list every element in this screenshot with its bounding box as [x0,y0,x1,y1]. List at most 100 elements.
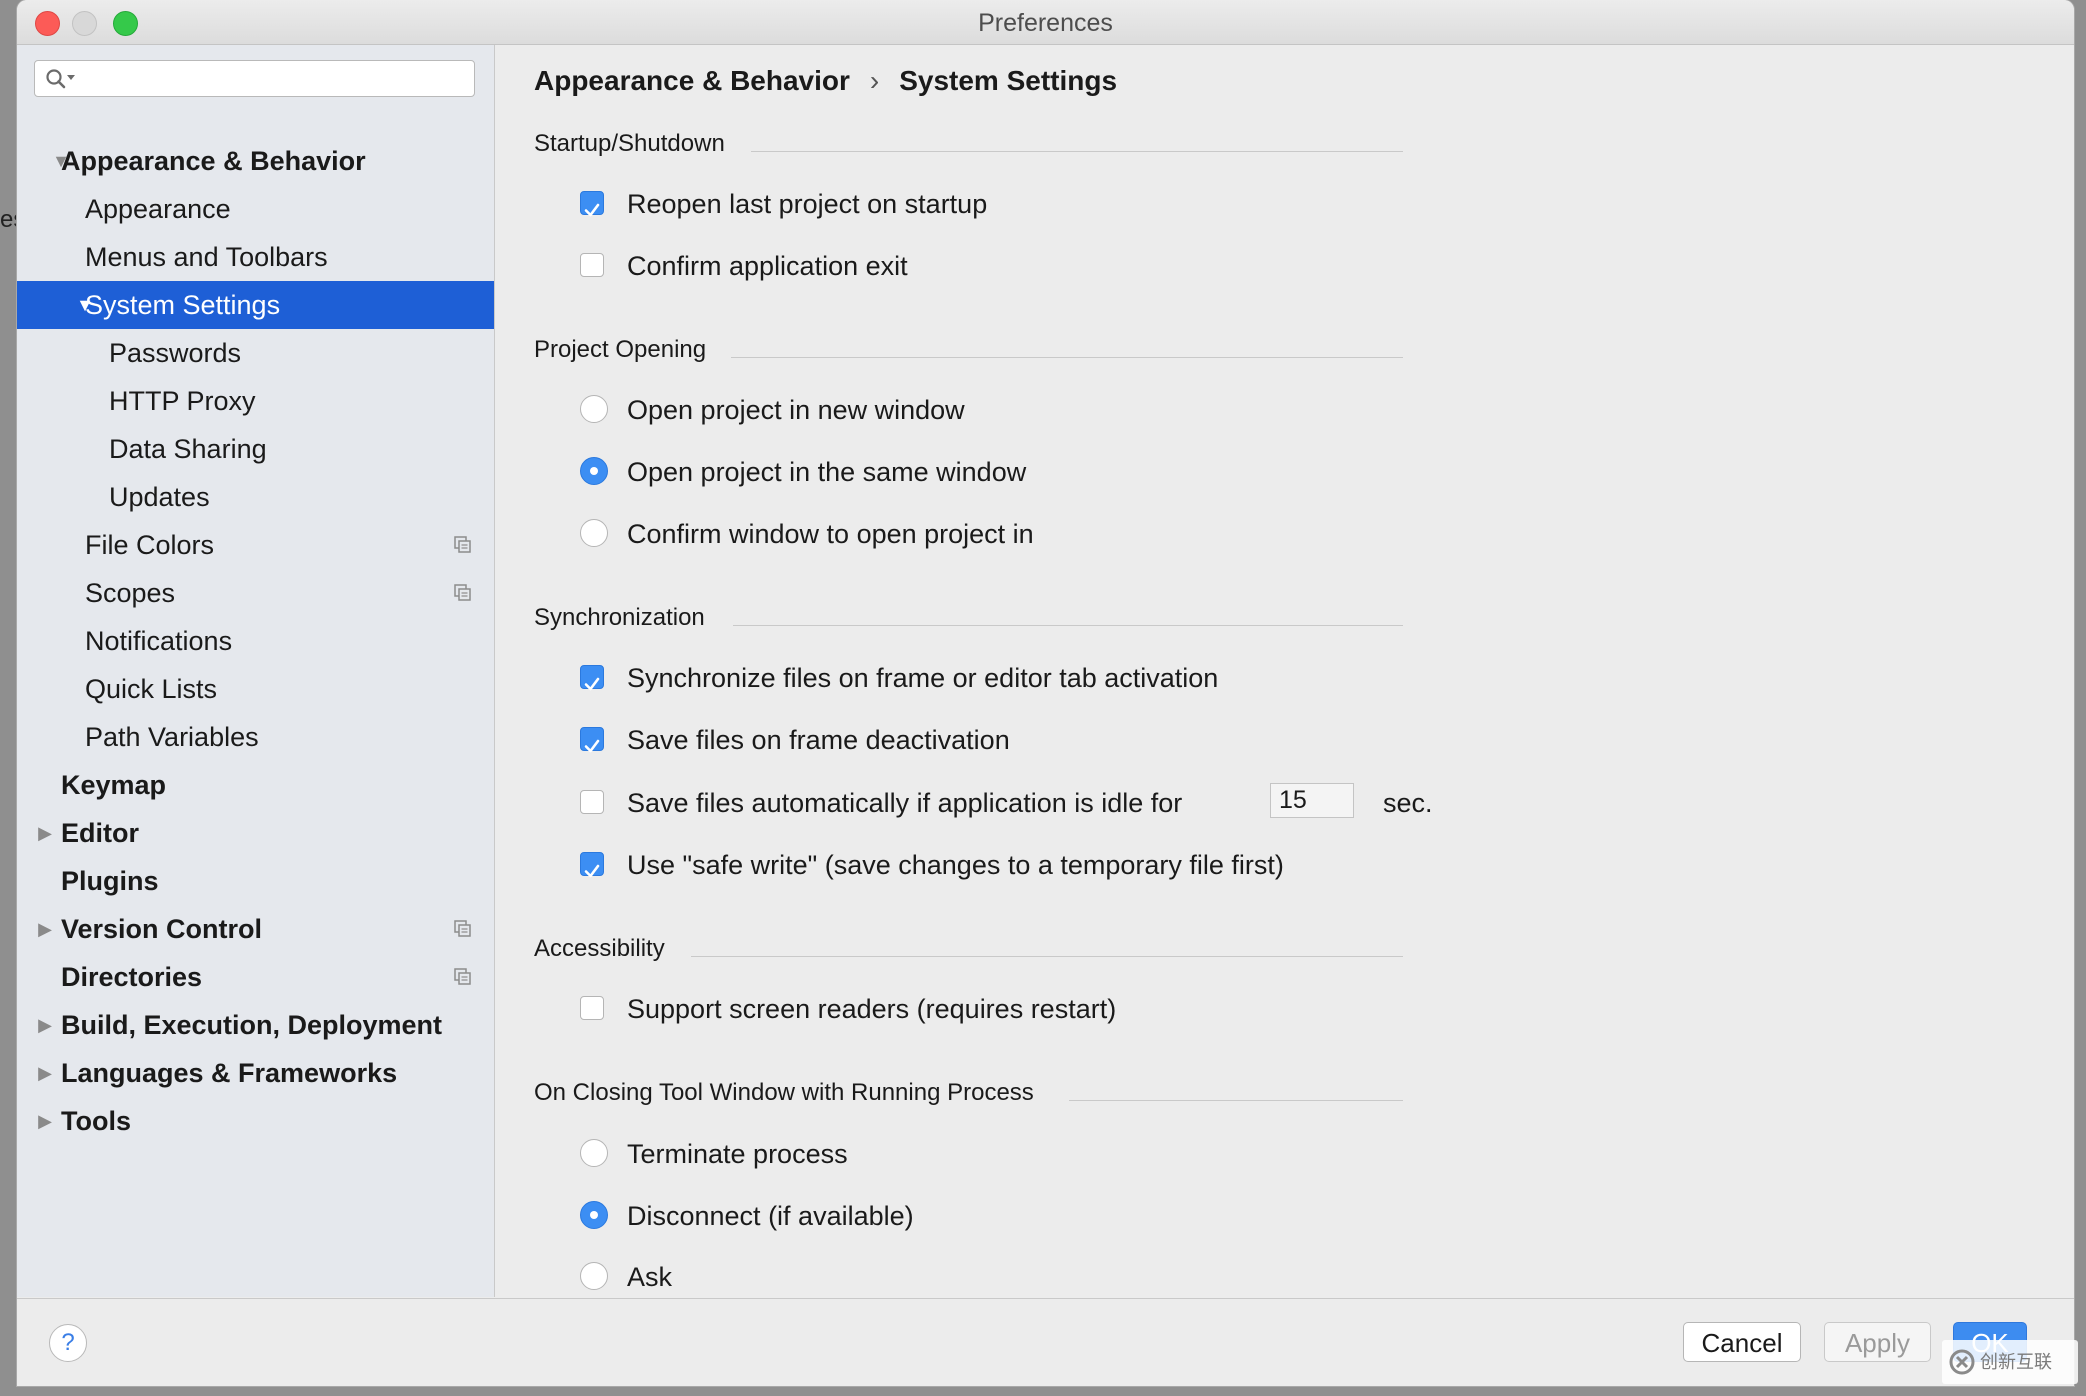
cancel-button[interactable]: Cancel [1683,1322,1801,1362]
option-label: Disconnect (if available) [627,1201,914,1231]
breadcrumb-parent[interactable]: Appearance & Behavior [534,65,850,96]
collapsed-arrow-icon[interactable]: ▶ [35,809,55,857]
section-title-project-opening: Project Opening [534,336,707,363]
search-icon [46,69,75,89]
option-label: Open project in new window [627,395,965,425]
dialog-footer: ? Cancel Apply OK [17,1298,2074,1386]
tree-item-languages-frameworks[interactable]: ▶ Languages & Frameworks [17,1049,494,1097]
option-label: Synchronize files on frame or editor tab… [627,663,1219,693]
copy-icon [454,584,471,601]
section-divider [691,956,1403,957]
confirm-exit-checkbox[interactable] [580,253,604,277]
section-title-closing-tool-window: On Closing Tool Window with Running Proc… [534,1079,1034,1106]
tree-item-label: Languages & Frameworks [61,1058,398,1088]
option-label: Use "safe write" (save changes to a temp… [627,850,1284,880]
title-bar[interactable]: Preferences [17,0,2074,45]
watermark-logo-icon [1949,1349,1975,1375]
tree-item-notifications[interactable]: Notifications [17,617,494,665]
sync-on-activation-checkbox[interactable] [580,665,604,691]
watermark-logo: 创新互联 [1942,1340,2078,1384]
tree-item-quick-lists[interactable]: Quick Lists [17,665,494,713]
section-title-accessibility: Accessibility [534,935,665,962]
option-label: Save files on frame deactivation [627,725,1010,755]
section-title-synchronization: Synchronization [534,604,705,631]
option-label: Support screen readers (requires restart… [627,994,1117,1024]
option-label: Confirm application exit [627,251,908,281]
copy-icon [454,968,471,985]
tree-item-passwords[interactable]: Passwords [17,329,494,377]
copy-icon [454,920,471,937]
tree-item-label: Menus and Toolbars [85,242,328,272]
breadcrumb-current: System Settings [899,65,1118,96]
tree-item-tools[interactable]: ▶ Tools [17,1097,494,1145]
tree-item-label: Plugins [61,866,159,896]
confirm-window-radio[interactable] [580,519,608,547]
help-button[interactable]: ? [49,1324,87,1362]
checkmark-icon [584,739,600,753]
tree-item-label: Version Control [61,914,263,944]
tree-item-menus-toolbars[interactable]: Menus and Toolbars [17,233,494,281]
collapsed-arrow-icon[interactable]: ▶ [35,1049,55,1097]
screen-readers-checkbox[interactable] [580,996,604,1020]
option-label: Terminate process [627,1139,848,1169]
tree-item-directories[interactable]: Directories [17,953,494,1001]
checkmark-icon [584,677,600,691]
settings-content-panel: Appearance & Behavior › System Settings St… [495,45,2074,1297]
copy-icon [454,536,471,553]
tree-item-plugins[interactable]: Plugins [17,857,494,905]
reopen-last-project-checkbox[interactable] [580,191,604,217]
tree-item-label: Build, Execution, Deployment [61,1010,443,1040]
tree-item-data-sharing[interactable]: Data Sharing [17,425,494,473]
tree-item-label: Scopes [85,578,176,608]
tree-item-scopes[interactable]: Scopes [17,569,494,617]
settings-search-box[interactable] [34,60,475,97]
tree-item-version-control[interactable]: ▶ Version Control [17,905,494,953]
tree-item-editor[interactable]: ▶ Editor [17,809,494,857]
idle-seconds-input[interactable] [1270,783,1354,818]
collapsed-arrow-icon[interactable]: ▶ [35,1001,55,1049]
tree-item-label: Data Sharing [109,434,267,464]
save-on-deactivation-checkbox[interactable] [580,727,604,753]
safe-write-checkbox[interactable] [580,852,604,878]
terminate-process-radio[interactable] [580,1139,608,1167]
tree-item-file-colors[interactable]: File Colors [17,521,494,569]
tree-item-label: Notifications [85,626,233,656]
open-same-window-radio[interactable] [580,457,608,485]
section-divider [1069,1100,1403,1101]
tree-item-appearance[interactable]: Appearance [17,185,494,233]
collapsed-arrow-icon[interactable]: ▶ [35,905,55,953]
apply-button[interactable]: Apply [1824,1322,1931,1362]
option-label: Ask [627,1262,673,1292]
tree-item-http-proxy[interactable]: HTTP Proxy [17,377,494,425]
tree-item-label: System Settings [85,290,281,320]
tree-item-label: Editor [61,818,139,848]
section-divider [751,151,1403,152]
tree-item-label: Quick Lists [85,674,218,704]
tree-item-build-execution-deployment[interactable]: ▶ Build, Execution, Deployment [17,1001,494,1049]
collapsed-arrow-icon[interactable]: ▶ [35,1097,55,1145]
tree-item-label: Tools [61,1106,131,1136]
settings-sidebar: ▼ Appearance & Behavior Appearance Menus… [17,45,495,1297]
tree-item-system-settings[interactable]: ▼ System Settings [17,281,494,329]
settings-search-input[interactable] [83,65,467,94]
tree-item-label: Keymap [61,770,167,800]
option-label: Open project in the same window [627,457,1027,487]
tree-item-label: Passwords [109,338,242,368]
open-new-window-radio[interactable] [580,395,608,423]
breadcrumb-separator: › [869,65,880,96]
tree-item-label: HTTP Proxy [109,386,256,416]
breadcrumb: Appearance & Behavior › System Settings [534,65,1117,97]
tree-item-appearance-behavior[interactable]: ▼ Appearance & Behavior [17,137,494,185]
option-label: Reopen last project on startup [627,189,988,219]
tree-item-keymap[interactable]: Keymap [17,761,494,809]
save-when-idle-checkbox[interactable] [580,790,604,814]
disconnect-radio[interactable] [580,1201,608,1229]
tree-item-label: Appearance [85,194,231,224]
section-divider [731,357,1403,358]
watermark-text: 创新互联 [1980,1352,2052,1372]
ask-radio[interactable] [580,1262,608,1290]
idle-seconds-unit: sec. [1383,788,1433,818]
section-title-startup: Startup/Shutdown [534,130,725,157]
tree-item-path-variables[interactable]: Path Variables [17,713,494,761]
tree-item-updates[interactable]: Updates [17,473,494,521]
